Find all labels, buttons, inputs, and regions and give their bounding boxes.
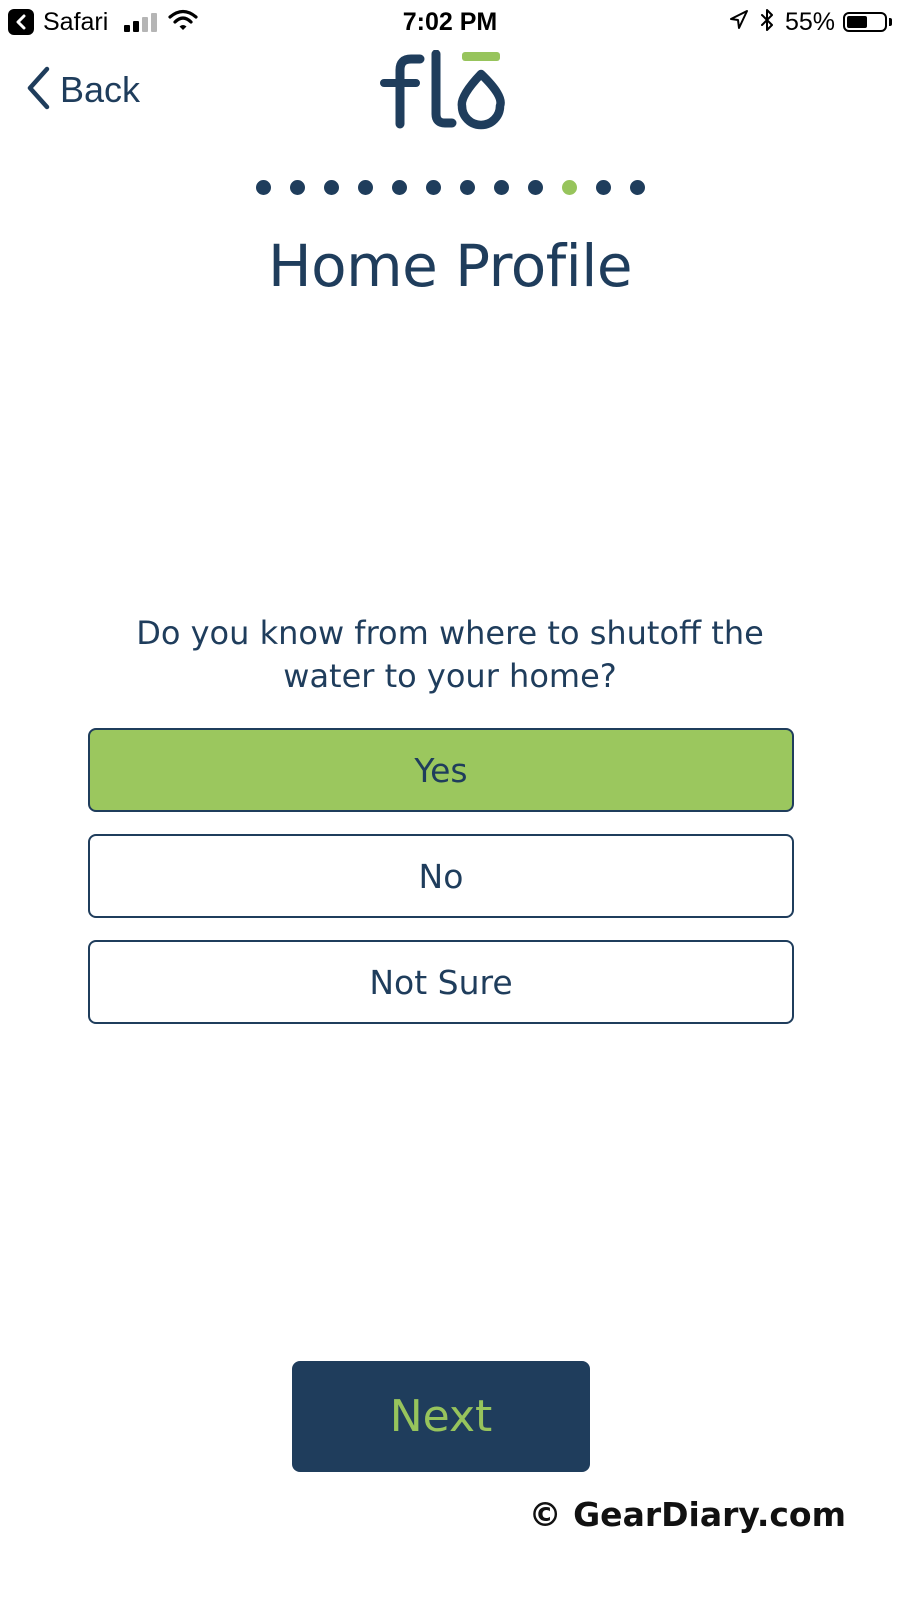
location-arrow-icon (729, 9, 749, 36)
next-button[interactable]: Next (292, 1361, 590, 1472)
progress-dot-active (561, 180, 577, 195)
progress-dot (255, 180, 271, 195)
battery-icon (843, 12, 887, 32)
progress-dots (0, 180, 900, 195)
chevron-left-icon (26, 66, 50, 115)
page-title: Home Profile (267, 232, 633, 300)
progress-dot (289, 180, 305, 195)
option-no-button[interactable]: No (88, 834, 794, 918)
progress-dot (527, 180, 543, 195)
screen: Safari 7:02 PM 55% Back Home Profile Do … (0, 0, 900, 1600)
back-label: Back (60, 69, 141, 110)
question-text: Do you know from where to shutoff the wa… (136, 614, 764, 695)
progress-dot (425, 180, 441, 195)
option-yes-button[interactable]: Yes (88, 728, 794, 812)
battery-percent: 55% (784, 7, 835, 36)
progress-dot (459, 180, 475, 195)
progress-dot (493, 180, 509, 195)
flo-logo (378, 49, 506, 135)
progress-dot (323, 180, 339, 195)
bluetooth-icon (759, 8, 775, 37)
option-not-sure-button[interactable]: Not Sure (88, 940, 794, 1024)
back-button[interactable]: Back (26, 66, 140, 114)
progress-dot (391, 180, 407, 195)
progress-dot (357, 180, 373, 195)
battery-cap (889, 18, 892, 26)
status-bar: Safari 7:02 PM 55% (0, 0, 900, 44)
progress-dot (629, 180, 645, 195)
progress-dot (595, 180, 611, 195)
watermark: © GearDiary.com (528, 1495, 846, 1534)
status-bar-right: 55% (729, 7, 892, 37)
